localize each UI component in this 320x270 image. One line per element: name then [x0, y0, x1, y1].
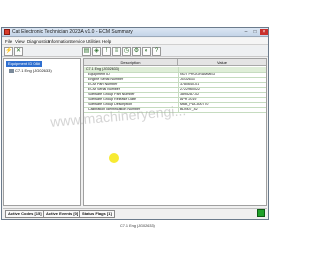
active-codes-tab[interactable]: Active Codes [15] — [5, 210, 45, 218]
tree-item-engine[interactable]: C7.1 Eng (JG02633) — [15, 68, 52, 74]
menu-view[interactable]: View — [15, 38, 25, 45]
toolbar: ⚡ ✕ ▤ ◈ ! ≡ ◷ ⚙ ◐ ? — [2, 46, 268, 57]
status-flags-tab[interactable]: Status Flags [1] — [79, 210, 115, 218]
active-events-tab[interactable]: Active Events [0] — [43, 210, 82, 218]
engine-icon — [9, 69, 14, 73]
disconnect-icon[interactable]: ✕ — [14, 47, 23, 56]
menu-diagnostics[interactable]: Diagnostics — [27, 38, 50, 45]
close-button[interactable]: × — [260, 29, 268, 35]
connect-icon[interactable]: ⚡ — [4, 47, 13, 56]
events-icon[interactable]: ◷ — [122, 47, 131, 56]
grid-header: Description Value — [84, 59, 266, 66]
window-title: Cat Electronic Technician 2023A v1.0 - E… — [12, 29, 133, 35]
help-icon[interactable]: ? — [152, 47, 161, 56]
menu-utilities[interactable]: Utilities — [86, 38, 101, 45]
config-icon[interactable]: ⚙ — [132, 47, 141, 56]
column-header-value[interactable]: Value — [178, 59, 266, 66]
menu-service[interactable]: Service — [70, 38, 85, 45]
menu-information[interactable]: Information — [48, 38, 71, 45]
logged-codes-icon[interactable]: ≡ — [112, 47, 121, 56]
tree-item-selected[interactable]: Equipment ID 08# — [6, 61, 43, 67]
maximize-button[interactable]: □ — [251, 29, 259, 35]
active-codes-icon[interactable]: ! — [102, 47, 111, 56]
title-bar: Cat Electronic Technician 2023A v1.0 - E… — [2, 28, 268, 37]
grid-line — [84, 72, 266, 73]
grid-line — [84, 87, 266, 88]
ecm-summary-grid: Description Value C7.1 Eng (JG02633) Equ… — [83, 58, 267, 206]
column-header-description[interactable]: Description — [84, 59, 178, 66]
minimize-button[interactable]: – — [242, 29, 250, 35]
mouse-cursor-highlight — [109, 153, 119, 163]
menu-file[interactable]: File — [5, 38, 12, 45]
ecm-tree-panel: Equipment ID 08# C7.1 Eng (JG02633) — [3, 58, 81, 206]
grid-line — [84, 92, 266, 93]
connection-status-indicator — [257, 209, 265, 217]
grid-line — [84, 97, 266, 98]
grid-line — [84, 77, 266, 78]
bottom-tab-bar: Active Codes [15] Active Events [0] Stat… — [3, 208, 267, 218]
menu-bar: File View Diagnostics Information Servic… — [2, 38, 268, 45]
grid-line — [84, 82, 266, 83]
status-icon[interactable]: ◈ — [92, 47, 101, 56]
status-bar-text: C7.1 Eng (JG02633) — [120, 224, 155, 228]
summary-icon[interactable]: ▤ — [82, 47, 91, 56]
app-window: Cat Electronic Technician 2023A v1.0 - E… — [1, 27, 269, 220]
menu-help[interactable]: Help — [102, 38, 111, 45]
app-icon — [4, 29, 10, 35]
calibrate-icon[interactable]: ◐ — [142, 47, 151, 56]
